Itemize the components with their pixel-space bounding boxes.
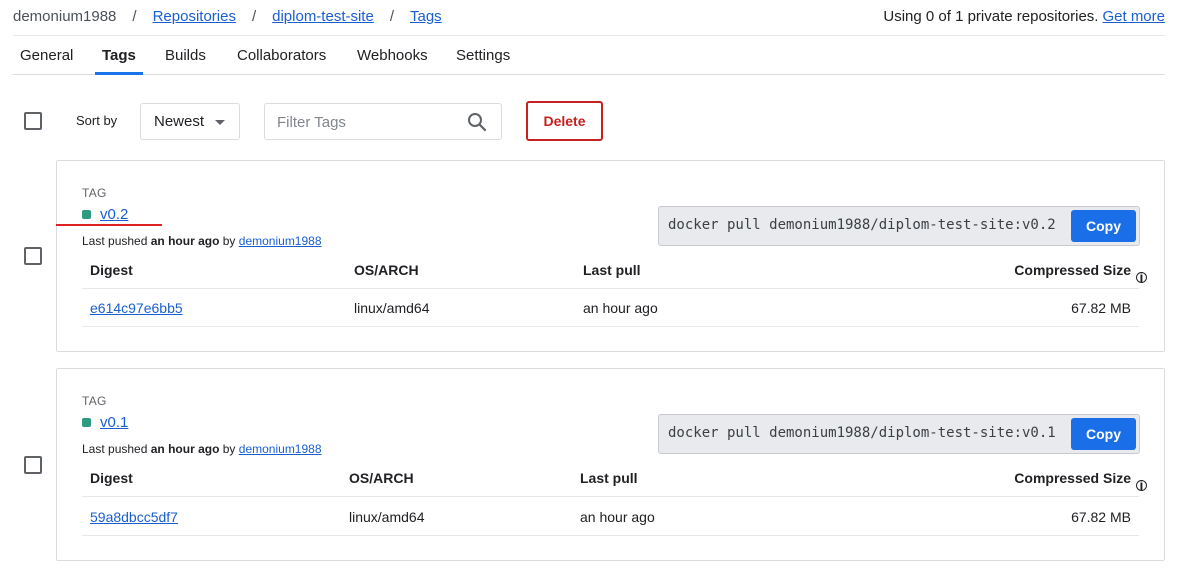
info-icon[interactable]: i [1136, 478, 1147, 492]
pull-command-box: docker pull demonium1988/diplom-test-sit… [658, 414, 1140, 454]
tab-settings[interactable]: Settings [456, 47, 510, 75]
caret-down-icon [215, 120, 225, 125]
top-bar: demonium1988 / Repositories / diplom-tes… [13, 0, 1165, 36]
digest-cell: 59a8dbcc5df7 [90, 509, 178, 525]
last-pushed-prefix: Last pushed [82, 442, 148, 456]
digest-link[interactable]: e614c97e6bb5 [90, 300, 183, 316]
tab-webhooks[interactable]: Webhooks [357, 47, 428, 75]
last-pushed-by-word: by [222, 442, 236, 456]
tag-label: TAG [82, 394, 107, 408]
breadcrumb-user: demonium1988 [13, 8, 117, 25]
filter-tags-field[interactable] [264, 103, 502, 140]
get-more-link[interactable]: Get more [1102, 8, 1165, 25]
digest-header: Digest [90, 262, 133, 278]
tag-label: TAG [82, 186, 107, 200]
sort-select[interactable]: Newest [140, 103, 240, 140]
os-arch-cell: linux/amd64 [354, 300, 430, 316]
size-cell: 67.82 MB [1071, 509, 1131, 525]
private-repo-usage: Using 0 of 1 private repositories. Get mo… [883, 8, 1165, 25]
breadcrumb-separator: / [251, 8, 257, 25]
tag-name-link[interactable]: v0.1 [100, 414, 128, 431]
info-icon[interactable]: i [1136, 270, 1147, 284]
table-header: Digest OS/ARCH Last pull Compressed Size… [82, 252, 1147, 289]
tag-name-link[interactable]: v0.2 [100, 206, 128, 223]
tag-checkbox[interactable] [24, 247, 42, 265]
tab-tags[interactable]: Tags [95, 47, 143, 75]
breadcrumb-tags-link[interactable]: Tags [410, 8, 442, 25]
compressed-size-label: Compressed Size [1014, 470, 1131, 486]
os-arch-cell: linux/amd64 [349, 509, 425, 525]
repo-tabs: General Tags Builds Collaborators Webhoo… [13, 36, 1165, 75]
pull-command-box: docker pull demonium1988/diplom-test-sit… [658, 206, 1140, 246]
pushed-by-user-link[interactable]: demonium1988 [239, 442, 322, 456]
table-row: 59a8dbcc5df7 linux/amd64 an hour ago 67.… [82, 499, 1139, 536]
last-pull-cell: an hour ago [580, 509, 655, 525]
last-pushed-by-word: by [222, 234, 236, 248]
tag-status-dot [82, 210, 91, 219]
last-pushed-info: Last pushed an hour ago by demonium1988 [82, 442, 322, 456]
tag-card: TAG v0.2 Last pushed an hour ago by demo… [56, 160, 1165, 352]
filter-tags-input[interactable] [277, 112, 457, 132]
sort-select-value: Newest [154, 113, 205, 130]
os-arch-header: OS/ARCH [354, 262, 419, 278]
last-pushed-info: Last pushed an hour ago by demonium1988 [82, 234, 322, 248]
sort-by-label: Sort by [76, 113, 118, 128]
copy-button[interactable]: Copy [1071, 210, 1136, 242]
last-pull-header: Last pull [583, 262, 641, 278]
last-pushed-time: an hour ago [150, 442, 220, 456]
digest-cell: e614c97e6bb5 [90, 300, 183, 316]
annotation-underline [56, 224, 162, 226]
size-cell: 67.82 MB [1071, 300, 1131, 316]
digest-header: Digest [90, 470, 133, 486]
usage-text: Using 0 of 1 private repositories. [883, 8, 1099, 25]
digest-link[interactable]: 59a8dbcc5df7 [90, 509, 178, 525]
breadcrumb: demonium1988 / Repositories / diplom-tes… [13, 8, 442, 25]
breadcrumb-repositories-link[interactable]: Repositories [153, 8, 236, 25]
search-icon[interactable] [467, 112, 487, 135]
breadcrumb-repo-link[interactable]: diplom-test-site [272, 8, 374, 25]
tag-name: v0.2 [82, 206, 128, 223]
last-pushed-prefix: Last pushed [82, 234, 148, 248]
table-header: Digest OS/ARCH Last pull Compressed Size… [82, 460, 1147, 497]
pushed-by-user-link[interactable]: demonium1988 [239, 234, 322, 248]
table-row: e614c97e6bb5 linux/amd64 an hour ago 67.… [82, 290, 1139, 327]
select-all-checkbox[interactable] [24, 112, 42, 130]
tab-general[interactable]: General [20, 47, 73, 75]
breadcrumb-separator: / [132, 8, 137, 25]
os-arch-header: OS/ARCH [349, 470, 414, 486]
tab-builds[interactable]: Builds [165, 47, 206, 75]
pull-command[interactable]: docker pull demonium1988/diplom-test-sit… [668, 425, 1056, 441]
tag-status-dot [82, 418, 91, 427]
delete-button[interactable]: Delete [526, 101, 603, 141]
compressed-size-header: Compressed Size i [1014, 470, 1147, 492]
breadcrumb-separator: / [389, 8, 394, 25]
pull-command[interactable]: docker pull demonium1988/diplom-test-sit… [668, 217, 1056, 233]
tag-card: TAG v0.1 Last pushed an hour ago by demo… [56, 368, 1165, 561]
copy-button[interactable]: Copy [1071, 418, 1136, 450]
compressed-size-label: Compressed Size [1014, 262, 1131, 278]
compressed-size-header: Compressed Size i [1014, 262, 1147, 284]
tab-collaborators[interactable]: Collaborators [237, 47, 326, 75]
last-pull-header: Last pull [580, 470, 638, 486]
tag-name: v0.1 [82, 414, 128, 431]
last-pushed-time: an hour ago [150, 234, 220, 248]
last-pull-cell: an hour ago [583, 300, 658, 316]
tag-checkbox[interactable] [24, 456, 42, 474]
